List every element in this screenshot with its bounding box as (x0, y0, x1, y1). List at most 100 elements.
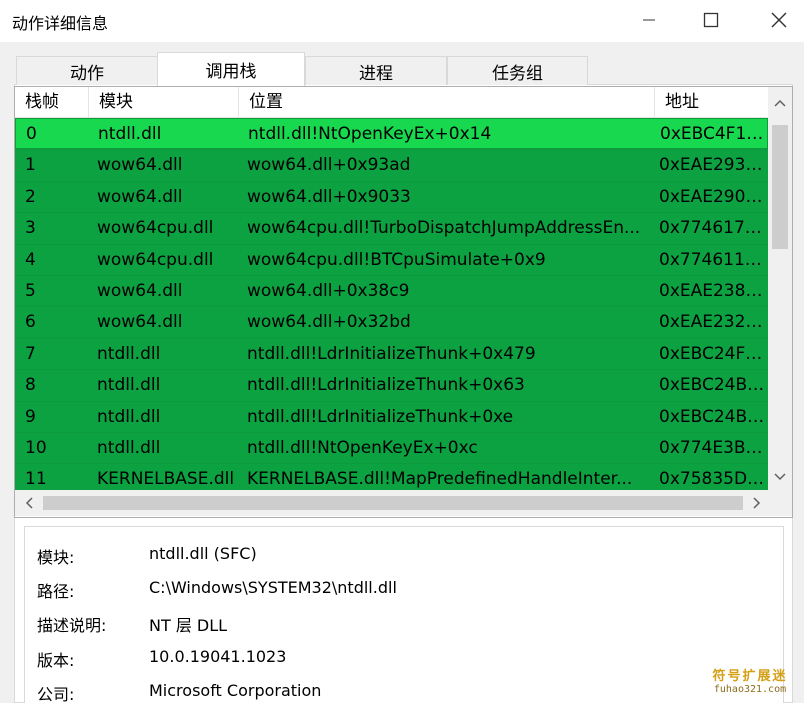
cell-location: ntdll.dll!LdrInitializeThunk+0xe (247, 406, 514, 427)
cell-address: 0xEAE232BD (659, 312, 765, 333)
cell-module: wow64.dll (97, 155, 183, 176)
tab-task-group[interactable]: 任务组 (447, 56, 588, 85)
cell-module: wow64cpu.dll (97, 218, 214, 239)
cell-address: 0x774611B9 (659, 249, 765, 270)
cell-address: 0x75835D04 (659, 469, 765, 490)
cell-frame: 5 (25, 281, 36, 301)
scroll-left-icon[interactable] (19, 493, 39, 513)
path-value: C:\Windows\SYSTEM32\ntdll.dll (149, 578, 397, 597)
column-header-module[interactable]: 模块 (89, 87, 239, 118)
path-label: 路径: (37, 582, 75, 601)
cell-location: ntdll.dll!NtOpenKeyEx+0x14 (248, 124, 492, 144)
minimize-button[interactable] (620, 0, 678, 40)
table-row[interactable]: 1 wow64.dll wow64.dll+0x93ad 0xEAE293AD (15, 149, 768, 181)
table-row[interactable]: 2 wow64.dll wow64.dll+0x9033 0xEAE29033 (15, 180, 768, 213)
column-header-address[interactable]: 地址 (655, 87, 768, 118)
cell-location: wow64cpu.dll!BTCpuSimulate+0x9 (247, 249, 546, 270)
vertical-scroll-thumb[interactable] (772, 125, 788, 249)
column-header-location[interactable]: 位置 (239, 87, 655, 118)
cell-module: ntdll.dll (97, 438, 161, 458)
table-row[interactable]: 4 wow64cpu.dll wow64cpu.dll!BTCpuSimulate+… (15, 243, 768, 275)
cell-location: ntdll.dll!LdrInitializeThunk+0x63 (247, 375, 525, 396)
cell-location: wow64.dll+0x38c9 (247, 281, 410, 301)
cell-frame: 7 (25, 343, 36, 364)
table-row[interactable]: 3 wow64cpu.dll wow64cpu.dll!TurboDispatchJ… (15, 212, 768, 244)
cell-module: wow64cpu.dll (97, 249, 214, 270)
horizontal-scrollbar[interactable] (15, 490, 792, 516)
cell-frame: 10 (25, 438, 47, 458)
tab-process[interactable]: 进程 (305, 56, 447, 85)
maximize-button[interactable] (682, 0, 740, 40)
minimize-icon (643, 19, 655, 21)
cell-location: ntdll.dll!NtOpenKeyEx+0xc (247, 438, 478, 458)
title-bar: 动作详细信息 (0, 0, 804, 42)
cell-location: wow64.dll+0x9033 (247, 186, 411, 207)
cell-module: wow64.dll (97, 312, 183, 333)
cell-location: wow64cpu.dll!TurboDispatchJumpAddressEn.… (247, 218, 641, 239)
watermark: 符号扩展迷 fuhao321.com (700, 665, 800, 695)
description-value: NT 层 DLL (149, 616, 228, 635)
cell-frame: 8 (25, 375, 36, 396)
cell-address: 0x774E3BDC (659, 438, 765, 458)
cell-frame: 2 (25, 186, 36, 207)
module-value: ntdll.dll (SFC) (149, 544, 257, 563)
table-row[interactable]: 7 ntdll.dll ntdll.dll!LdrInitializeThunk+0… (15, 337, 768, 370)
scroll-down-icon[interactable] (770, 467, 790, 487)
scroll-right-icon[interactable] (747, 493, 767, 513)
cell-frame: 11 (25, 469, 47, 490)
cell-address: 0x774617C3 (659, 218, 765, 239)
cell-frame: 3 (25, 218, 36, 239)
cell-module: ntdll.dll (97, 406, 161, 427)
version-label: 版本: (37, 651, 75, 670)
horizontal-scroll-thumb[interactable] (43, 496, 743, 510)
table-row[interactable]: 6 wow64.dll wow64.dll+0x32bd 0xEAE232BD (15, 306, 768, 338)
cell-frame: 1 (25, 155, 36, 176)
cell-frame: 6 (25, 312, 36, 333)
cell-module: ntdll.dll (97, 343, 161, 364)
cell-address: 0xEBC4F164 (660, 124, 766, 144)
company-label: 公司: (37, 685, 75, 703)
cell-address: 0xEBC24B0E (659, 406, 765, 427)
cell-module: ntdll.dll (98, 124, 162, 144)
module-details: 模块: ntdll.dll (SFC) 路径: C:\Windows\SYSTE… (24, 526, 784, 703)
scroll-up-icon[interactable] (770, 93, 790, 113)
tab-action[interactable]: 动作 (16, 56, 158, 85)
cell-module: KERNELBASE.dll (97, 469, 235, 490)
cell-address: 0xEBC24B63 (659, 375, 765, 396)
table-header: 栈帧 模块 位置 地址 (15, 87, 768, 118)
cell-location: wow64.dll+0x93ad (247, 155, 411, 176)
table-row[interactable]: 9 ntdll.dll ntdll.dll!LdrInitializeThunk+0… (15, 400, 768, 432)
cell-location: KERNELBASE.dll!MapPredefinedHandleInter.… (247, 469, 633, 490)
vertical-scrollbar[interactable] (768, 87, 792, 490)
cell-module: ntdll.dll (97, 375, 161, 396)
cell-frame: 9 (25, 406, 36, 427)
description-label: 描述说明: (37, 616, 107, 635)
watermark-title: 符号扩展迷 (712, 669, 788, 684)
cell-address: 0xEAE293AD (659, 155, 765, 176)
close-button[interactable] (750, 0, 804, 40)
table-row[interactable]: 8 ntdll.dll ntdll.dll!LdrInitializeThunk+0… (15, 369, 768, 401)
table-row[interactable]: 10 ntdll.dll ntdll.dll!NtOpenKeyEx+0xc 0x77… (15, 432, 768, 464)
window-title: 动作详细信息 (12, 14, 109, 33)
table-rows: 0 ntdll.dll ntdll.dll!NtOpenKeyEx+0x14 0xEB… (15, 118, 768, 490)
watermark-url: fuhao321.com (713, 684, 787, 695)
cell-module: wow64.dll (97, 281, 183, 301)
cell-module: wow64.dll (97, 186, 183, 207)
call-stack-list[interactable]: 栈帧 模块 位置 地址 0 ntdll.dll ntdll.dll!NtOpenKe… (14, 86, 793, 518)
maximize-icon (703, 12, 719, 28)
cell-frame: 4 (25, 249, 36, 270)
cell-frame: 0 (26, 124, 37, 144)
close-icon (771, 12, 787, 28)
tab-call-stack[interactable]: 调用栈 (157, 52, 305, 86)
table-row[interactable]: 0 ntdll.dll ntdll.dll!NtOpenKeyEx+0x14 0xEB… (15, 118, 768, 150)
version-value: 10.0.19041.1023 (149, 647, 287, 666)
module-label: 模块: (37, 548, 75, 567)
cell-location: wow64.dll+0x32bd (247, 312, 411, 333)
table-row[interactable]: 5 wow64.dll wow64.dll+0x38c9 0xEAE238C9 (15, 275, 768, 307)
cell-location: ntdll.dll!LdrInitializeThunk+0x479 (247, 343, 536, 364)
cell-address: 0xEBC24F79 (659, 343, 765, 364)
column-header-frame[interactable]: 栈帧 (15, 87, 89, 118)
table-row[interactable]: 11 KERNELBASE.dll KERNELBASE.dll!MapPredef… (15, 463, 768, 490)
company-value: Microsoft Corporation (149, 681, 322, 700)
cell-address: 0xEAE29033 (659, 186, 765, 207)
